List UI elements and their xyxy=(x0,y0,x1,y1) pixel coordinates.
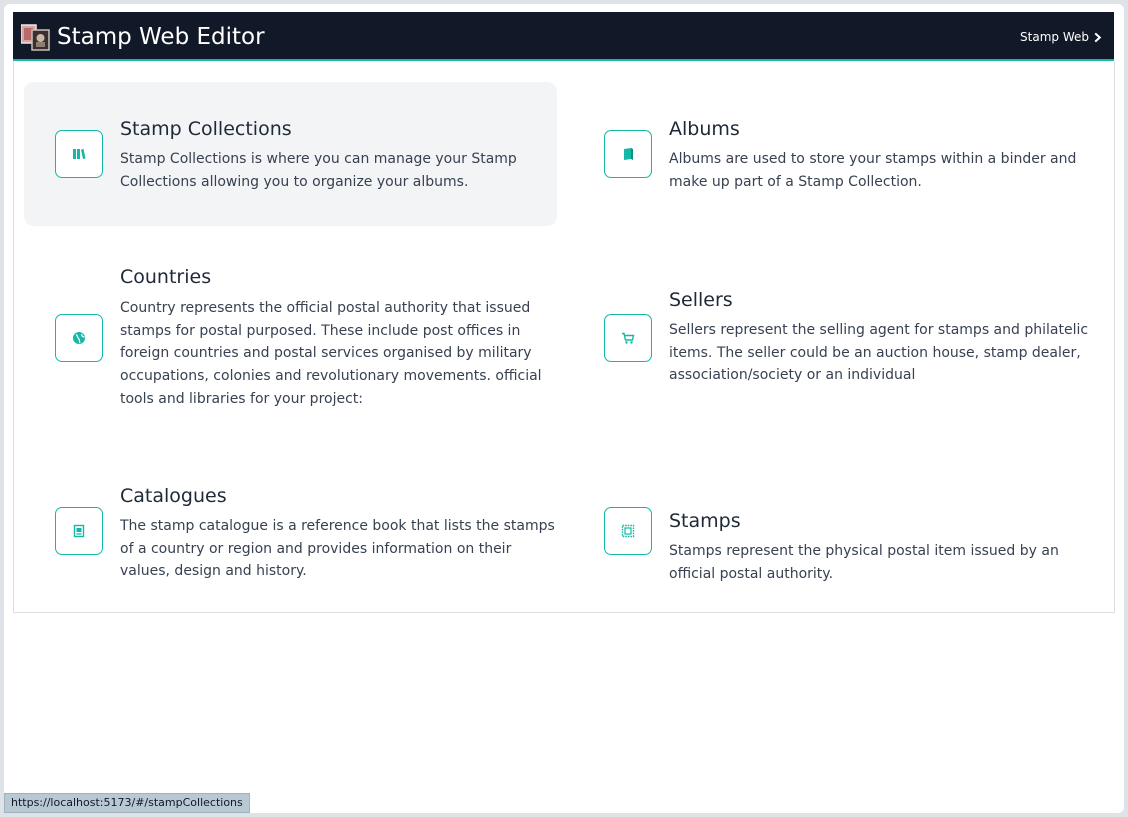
card-albums[interactable]: Albums Albums are used to store your sta… xyxy=(573,82,1106,226)
card-title: Sellers xyxy=(669,289,733,311)
catalogue-icon xyxy=(55,507,103,555)
card-description: The stamp catalogue is a reference book … xyxy=(120,518,555,580)
card-description: Stamps represent the physical postal ite… xyxy=(669,543,1059,582)
stamp-web-link-label: Stamp Web xyxy=(1020,30,1089,44)
books-icon xyxy=(55,130,103,178)
card-description: Country represents the official postal a… xyxy=(120,300,542,407)
link-status-bar: https://localhost:5173/#/stampCollection… xyxy=(4,793,250,813)
card-title: Stamps xyxy=(669,510,741,532)
top-navbar: Stamp Web Editor Stamp Web xyxy=(13,12,1114,61)
book-icon xyxy=(604,130,652,178)
stamp-icon xyxy=(604,507,652,555)
card-title: Countries xyxy=(120,266,212,288)
stamp-web-link[interactable]: Stamp Web xyxy=(1020,28,1102,46)
card-description: Sellers represent the selling agent for … xyxy=(669,322,1089,384)
card-title: Albums xyxy=(669,118,740,140)
browser-window: Stamp Web Editor Stamp Web Stamp Collect… xyxy=(4,4,1124,813)
card-title: Stamp Collections xyxy=(120,118,292,140)
card-stamps[interactable]: Stamps Stamps represent the physical pos… xyxy=(573,458,1106,598)
card-sellers[interactable]: Sellers Sellers represent the selling ag… xyxy=(573,258,1106,418)
card-countries[interactable]: Countries Country represents the officia… xyxy=(24,258,557,418)
chevron-right-icon xyxy=(1094,32,1102,42)
card-description: Stamp Collections is where you can manag… xyxy=(120,151,517,190)
globe-icon xyxy=(55,314,103,362)
card-description: Albums are used to store your stamps wit… xyxy=(669,151,1077,190)
card-title: Catalogues xyxy=(120,485,227,507)
app-title[interactable]: Stamp Web Editor xyxy=(57,22,265,52)
card-catalogues[interactable]: Catalogues The stamp catalogue is a refe… xyxy=(24,458,557,598)
content-panel: Stamp Collections Stamp Collections is w… xyxy=(13,61,1115,613)
cart-icon xyxy=(604,314,652,362)
card-stamp-collections[interactable]: Stamp Collections Stamp Collections is w… xyxy=(24,82,557,226)
stamp-logo-icon[interactable] xyxy=(20,23,51,51)
